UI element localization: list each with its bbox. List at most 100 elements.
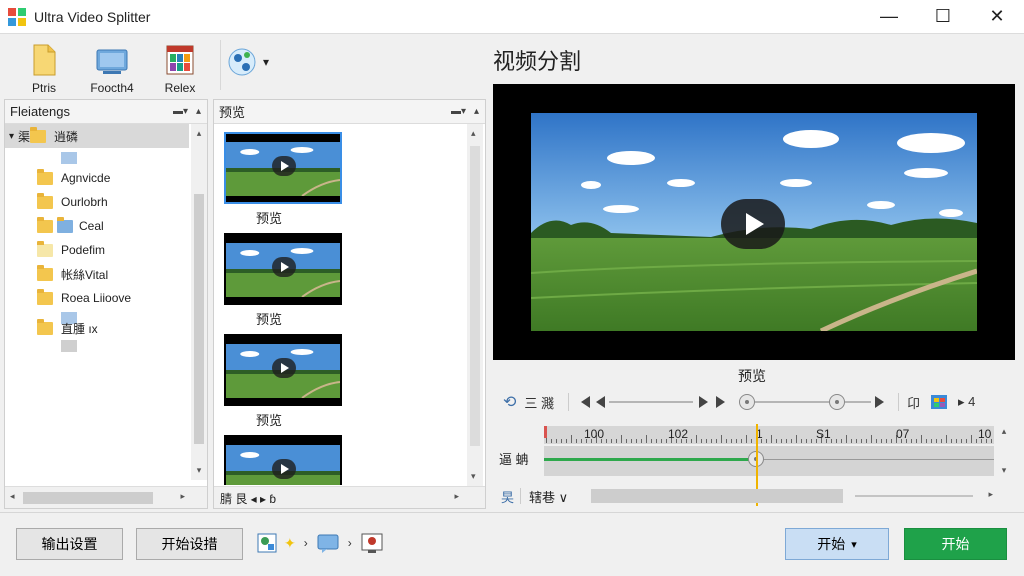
speed-slider-track[interactable] — [609, 401, 694, 403]
user-step-icon[interactable] — [360, 532, 384, 554]
tree-item-label: 直腫 ıx — [61, 321, 98, 336]
ruler-tick — [836, 439, 837, 443]
tree-item[interactable]: Agnvicde — [5, 166, 207, 190]
close-button[interactable]: ✕ — [970, 0, 1024, 34]
timeline-track[interactable] — [544, 446, 994, 476]
timeline[interactable]: 100 102 1 S1 07 10 逼 蚺 ▴ ▾ — [493, 418, 1015, 506]
tree-item[interactable]: 直腫 ıx — [5, 316, 207, 340]
folder-icon — [30, 126, 47, 143]
scroll-right-icon[interactable]: ▸ — [180, 491, 185, 502]
preview-panel: 预览 ▬▾ ▴ 预览 预览 预览 ▴ ▾ 腈 艮 ◂ ▸ ɓ ▸ — [213, 99, 486, 509]
play-forward-icon[interactable] — [875, 396, 885, 408]
ruler-tick — [706, 439, 707, 443]
scroll-down-icon[interactable]: ▾ — [471, 471, 476, 482]
toolbar-button-2[interactable]: Relex — [146, 34, 214, 96]
thumbnail-item[interactable]: 预览 — [224, 233, 346, 334]
toolbar-button-0[interactable]: Ptris — [10, 34, 78, 96]
skip-back-icon[interactable] — [581, 396, 591, 408]
ruler-tick — [776, 439, 777, 443]
zoom-dropdown[interactable]: 辖巷 ∨ — [529, 487, 568, 506]
tree-item[interactable]: 帐絲Vital — [5, 262, 207, 286]
color-palette-icon[interactable] — [930, 393, 950, 411]
image-icon — [61, 340, 77, 352]
tree-item[interactable]: Roea Liioove — [5, 286, 207, 310]
app-logo-icon — [8, 7, 26, 26]
image-step-icon[interactable] — [256, 532, 280, 554]
ruler-tick — [651, 439, 652, 443]
output-settings-button[interactable]: 输出设置 — [16, 528, 123, 560]
folder-vertical-scrollbar[interactable]: ▴ ▾ — [191, 124, 207, 480]
thumbnail-item[interactable] — [224, 435, 346, 485]
ruler-tick — [646, 435, 647, 443]
scroll-up-icon[interactable]: ▴ — [471, 128, 476, 139]
ruler-tick — [741, 439, 742, 443]
loop-icon[interactable]: ⟲ — [503, 392, 516, 412]
scroll-left-icon[interactable]: ◂ — [10, 491, 15, 502]
timeline-horizontal-scrollbar[interactable] — [591, 489, 843, 503]
skip-forward-icon[interactable] — [716, 396, 726, 408]
ruler-tick — [936, 439, 937, 443]
thumbnail-item[interactable]: 预览 — [224, 132, 346, 233]
timeline-label: 逼 蚺 — [499, 452, 529, 467]
scroll-right-icon[interactable]: ▸ — [988, 489, 993, 500]
toolbar-button-1[interactable]: Foocth4 — [78, 34, 146, 96]
collapse-icon[interactable]: ▴ — [474, 106, 479, 117]
scroll-up-icon[interactable]: ▴ — [191, 128, 207, 139]
timeline-scrollbar[interactable]: ▴ ▾ — [997, 426, 1011, 478]
start-dropdown-label: 开始 — [817, 536, 846, 552]
timeline-ruler[interactable]: 100 102 1 S1 07 10 — [544, 426, 994, 444]
ruler-number: 100 — [584, 427, 605, 441]
tree-root[interactable]: ▾ 渠 逍磷 — [5, 124, 189, 148]
step-forward-icon[interactable] — [699, 396, 709, 408]
tree-item[interactable]: Ceal — [5, 214, 207, 238]
expand-caret-icon[interactable]: ▾ — [9, 131, 14, 142]
ruler-tick — [956, 439, 957, 443]
start-settings-button[interactable]: 开始设措 — [136, 528, 243, 560]
panel-menu-icon[interactable]: ▬▾ — [451, 106, 466, 117]
globe-icon — [228, 48, 256, 76]
toolbar-dropdown[interactable]: ▾ — [227, 34, 295, 90]
scroll-down-icon[interactable]: ▾ — [191, 465, 207, 476]
preview-vertical-scrollbar[interactable]: ▴ ▾ — [467, 124, 483, 486]
ruler-tick — [881, 439, 882, 443]
scroll-thumb[interactable] — [23, 492, 153, 504]
panel-menu-icon[interactable]: ▬▾ — [173, 106, 188, 117]
collapse-icon[interactable]: ▴ — [196, 106, 201, 117]
timeline-footer-left: 旲 — [501, 489, 515, 505]
toolbar-label: Ptris — [32, 81, 56, 95]
ruler-tick — [841, 439, 842, 443]
scroll-thumb[interactable] — [194, 194, 204, 444]
thumbnail-frame — [224, 334, 342, 406]
zoom-slider[interactable] — [855, 495, 973, 497]
scroll-thumb[interactable] — [470, 146, 480, 446]
video-preview[interactable] — [493, 84, 1015, 360]
scroll-right-icon[interactable]: ▸ — [454, 491, 459, 502]
preview-horizontal-scrollbar[interactable]: 腈 艮 ◂ ▸ ɓ ▸ — [214, 486, 485, 508]
thumbnail-frame — [224, 435, 342, 485]
ruler-tick — [631, 439, 632, 443]
start-dropdown-button[interactable]: 开始 ▾ — [785, 528, 889, 560]
step-back-icon[interactable] — [596, 396, 606, 408]
position-end-knob[interactable] — [829, 394, 846, 410]
start-button[interactable]: 开始 — [904, 528, 1007, 560]
position-slider-track[interactable] — [755, 401, 830, 403]
play-button[interactable] — [721, 199, 785, 249]
position-start-knob[interactable] — [739, 394, 756, 410]
tree-item-label: 帐絲Vital — [61, 267, 109, 282]
folder-horizontal-scrollbar[interactable]: ◂ ▸ — [5, 486, 207, 508]
tree-item[interactable]: Podefim — [5, 238, 207, 262]
thumbnail-item[interactable]: 预览 — [224, 334, 346, 435]
ruler-tick — [616, 439, 617, 443]
scroll-up-icon[interactable]: ▴ — [997, 426, 1011, 437]
tree-item[interactable]: Ourlobrh — [5, 190, 207, 214]
ruler-tick — [611, 439, 612, 443]
ruler-tick — [641, 439, 642, 443]
position-slider-track-end[interactable] — [845, 401, 872, 403]
document-icon — [33, 44, 56, 76]
toolbar-label: Foocth4 — [90, 81, 134, 95]
minimize-button[interactable]: — — [862, 0, 916, 34]
scroll-down-icon[interactable]: ▾ — [997, 465, 1011, 476]
chat-step-icon[interactable] — [316, 532, 340, 554]
thumbnail-caption: 预览 — [255, 312, 282, 327]
maximize-button[interactable]: ☐ — [916, 0, 970, 34]
